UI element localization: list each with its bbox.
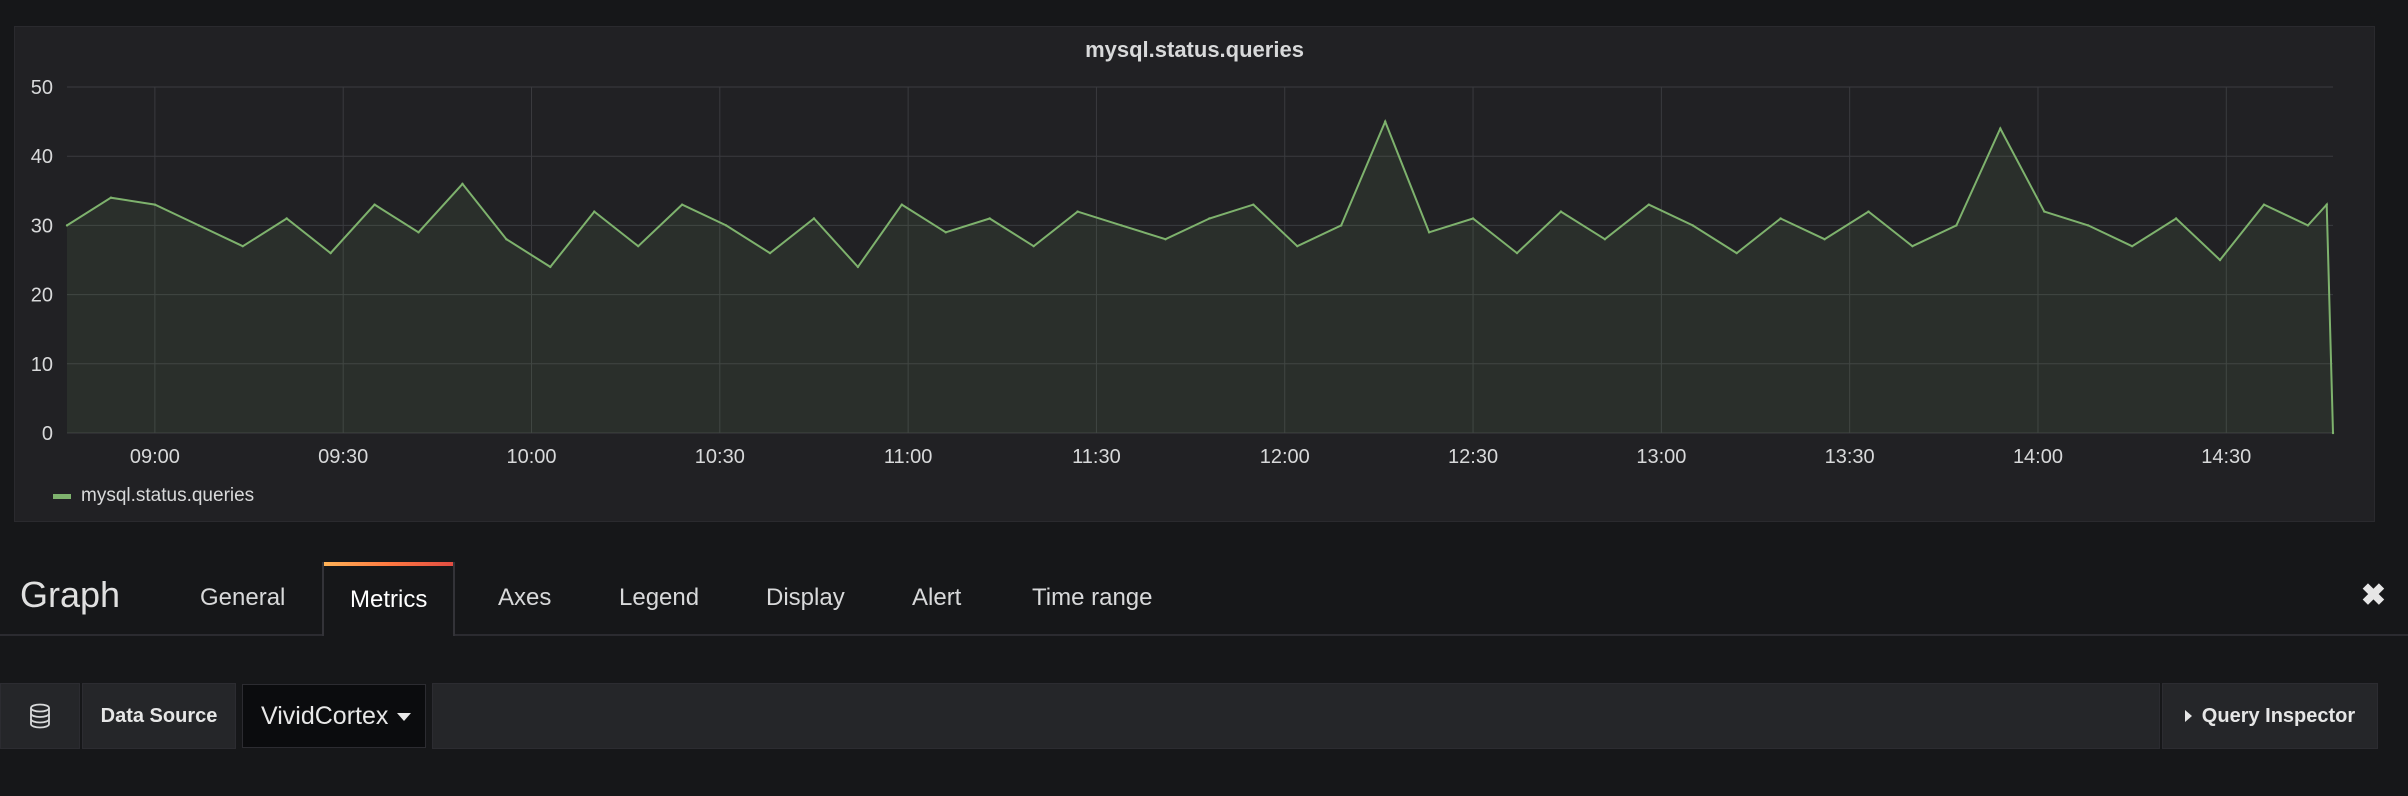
graph-panel: 0 10 20 30 40 50 09:00 09:30 10:00 10:30 11:00 11:3… [14,26,2375,522]
datasource-value: VividCortex [261,702,389,730]
data-point [1208,217,1211,220]
chart-svg: 0 10 20 30 40 50 09:00 09:30 10:00 10:30 11:00 11:3… [31,77,2335,468]
tab-general[interactable]: General [174,562,311,634]
data-point [1955,224,1958,227]
data-point [768,251,772,255]
data-point [2306,224,2310,227]
datasource-spacer [432,683,2160,749]
series-area [67,121,2333,433]
data-point [65,224,69,227]
datasource-label: Data Source [82,683,236,749]
data-point [1515,251,1519,255]
data-point [1383,120,1387,123]
data-point [900,203,904,206]
y-tick-label: 10 [31,354,53,376]
data-point [944,231,947,234]
data-point [1647,203,1651,206]
caret-right-icon [2184,710,2192,722]
data-point [2130,244,2134,248]
query-inspector-button[interactable]: Query Inspector [2162,683,2378,749]
data-point [153,203,157,206]
tab-metrics[interactable]: Metrics [322,562,456,636]
data-point [461,182,464,186]
data-point [856,265,860,269]
legend-swatch [53,493,71,499]
data-point [1032,244,1035,248]
data-point [505,238,508,241]
data-point [988,217,991,220]
x-tick-label: 10:30 [695,446,745,468]
legend-label[interactable]: mysql.status.queries [81,485,254,507]
data-point [2325,203,2328,206]
data-point [1340,224,1343,227]
data-point [1252,203,1255,206]
data-point [1603,238,1607,241]
data-point [1559,210,1563,213]
data-point [549,265,552,269]
data-point [2331,431,2335,435]
data-point [2218,258,2222,262]
data-point [593,210,596,213]
data-point [1296,244,1299,248]
tab-legend[interactable]: Legend [593,562,725,634]
datasource-select[interactable]: VividCortex [242,684,426,748]
data-point [1076,210,1079,213]
data-point [329,251,332,255]
data-point [2043,210,2046,213]
data-point [373,203,376,206]
data-point [2086,224,2090,227]
data-point [1691,224,1694,227]
data-point [1427,231,1431,234]
data-point [241,244,244,248]
data-point [197,224,201,227]
tab-time-range[interactable]: Time range [1006,562,1179,634]
data-point [2262,203,2266,206]
y-tick-label: 30 [31,215,53,237]
data-point [1164,238,1167,241]
x-tick-label: 14:30 [2201,446,2251,468]
data-point [1911,244,1914,248]
x-tick-label: 13:00 [1636,446,1686,468]
x-tick-label: 09:30 [318,446,368,468]
data-point [1867,210,1870,213]
caret-down-icon [397,713,411,721]
datasource-row: Data Source VividCortex Query Inspector [0,683,2408,749]
data-point [1120,224,1123,227]
x-tick-label: 11:30 [1072,446,1121,468]
y-tick-label: 50 [31,77,53,99]
data-point [637,244,640,248]
database-icon [0,683,80,749]
panel-editor-header: Graph General Metrics Axes Legend Displa… [0,562,2408,636]
x-tick-label: 12:00 [1260,446,1310,468]
data-point [417,231,420,234]
data-point [2174,217,2178,220]
panel-title[interactable]: mysql.status.queries [15,37,2374,63]
x-tick-label: 11:00 [884,446,933,468]
tab-axes[interactable]: Axes [472,562,577,634]
data-point [109,196,113,199]
x-tick-label: 14:00 [2013,446,2063,468]
data-point [1779,217,1782,220]
y-tick-label: 0 [42,423,53,445]
tab-alert[interactable]: Alert [886,562,987,634]
data-point [724,224,728,227]
data-point [285,217,288,220]
data-point [680,203,684,206]
data-point [1735,251,1738,255]
data-point [1823,238,1826,241]
x-tick-label: 12:30 [1448,446,1498,468]
x-tick-label: 10:00 [506,446,556,468]
data-point [1999,127,2002,130]
x-tick-label: 13:30 [1825,446,1875,468]
tab-display[interactable]: Display [740,562,871,634]
data-point [1471,217,1475,220]
legend-item[interactable]: mysql.status.queries [53,485,254,507]
close-icon[interactable]: ✖ [2361,578,2386,613]
query-inspector-label: Query Inspector [2201,704,2356,727]
x-tick-label: 09:00 [130,446,180,468]
y-tick-label: 20 [31,285,53,307]
editor-title: Graph [20,574,121,615]
y-tick-label: 40 [31,146,53,168]
data-point [812,217,816,220]
